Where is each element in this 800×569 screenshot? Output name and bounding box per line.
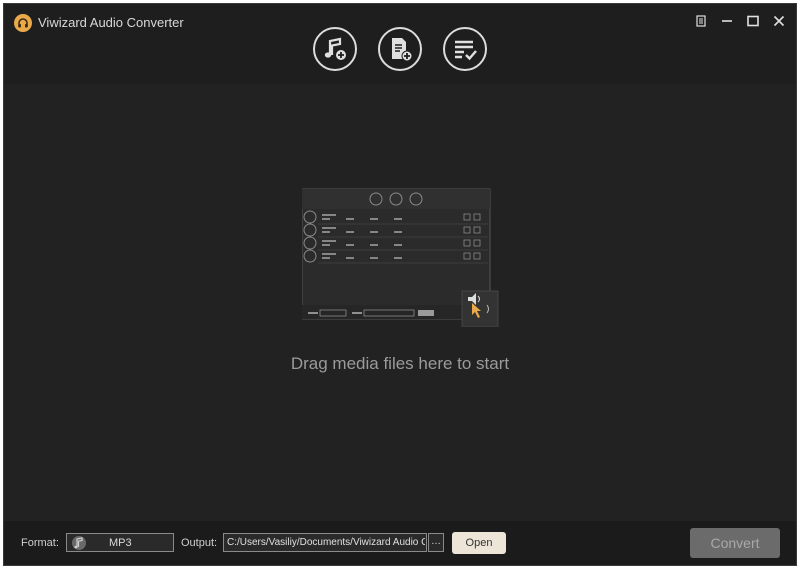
format-value: MP3: [109, 537, 132, 549]
output-path-value: C:/Users/Vasiliy/Documents/Viwizard Audi…: [227, 537, 425, 548]
format-selector[interactable]: MP3: [66, 533, 174, 552]
title-bar: Viwizard Audio Converter: [4, 4, 796, 84]
maximize-icon: [747, 15, 759, 27]
file-add-icon: [392, 38, 413, 62]
music-add-icon: [324, 37, 346, 60]
bottom-bar: Format: MP3 Output: C:/Users/Vasiliy/Doc…: [4, 521, 796, 565]
converted-list-button[interactable]: [443, 27, 487, 71]
add-music-button[interactable]: [313, 27, 357, 71]
menu-icon: [696, 15, 706, 27]
drag-drop-illustration: [301, 187, 502, 328]
window-title: Viwizard Audio Converter: [38, 15, 184, 30]
format-label: Format:: [21, 537, 59, 549]
app-window: Viwizard Audio Converter Drag media file…: [3, 3, 797, 566]
output-label: Output:: [181, 537, 218, 549]
close-icon: [773, 15, 785, 27]
add-file-button[interactable]: [378, 27, 422, 71]
output-path-field[interactable]: C:/Users/Vasiliy/Documents/Viwizard Audi…: [223, 533, 427, 552]
format-music-icon: [72, 536, 86, 550]
open-output-button[interactable]: Open: [452, 532, 506, 554]
app-logo-icon: [14, 14, 32, 32]
drop-hint-text: Drag media files here to start: [290, 354, 510, 373]
maximize-button[interactable]: [743, 12, 763, 30]
minimize-icon: [722, 20, 732, 22]
close-button[interactable]: [769, 12, 789, 30]
browse-output-button[interactable]: …: [428, 533, 444, 552]
convert-button[interactable]: Convert: [690, 528, 780, 558]
minimize-button[interactable]: [717, 12, 737, 30]
menu-button[interactable]: [691, 12, 711, 30]
list-check-icon: [455, 40, 477, 61]
